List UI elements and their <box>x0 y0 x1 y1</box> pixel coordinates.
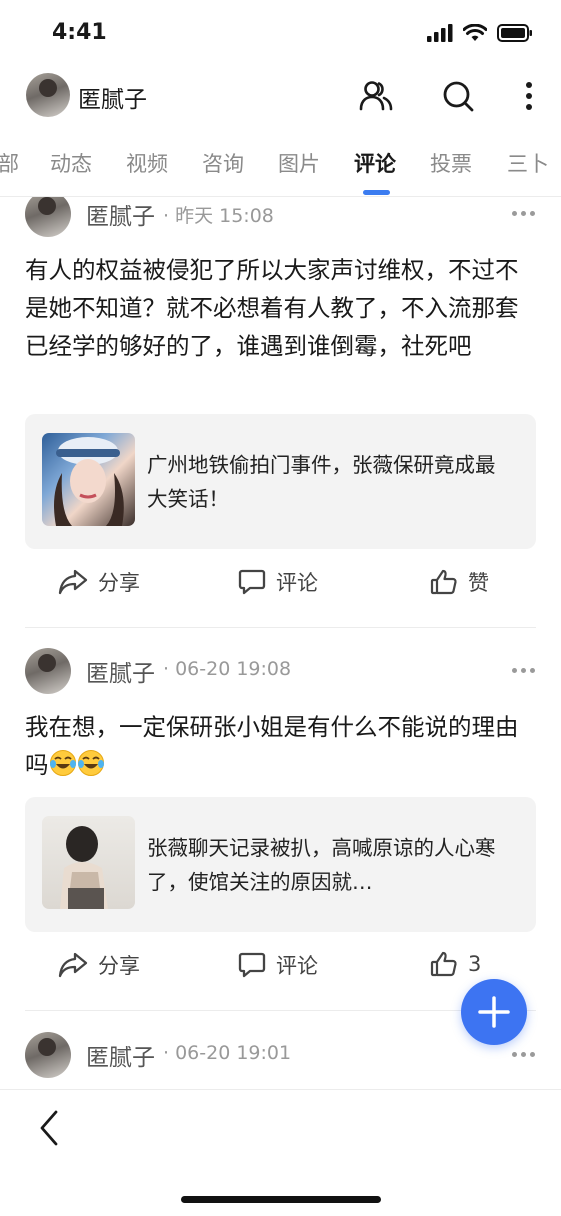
tab-polls[interactable]: 投票 <box>430 148 472 178</box>
post-text: 我在想，一定保研张小姐是有什么不能说的理由吗 <box>25 708 535 784</box>
share-button[interactable]: 分享 <box>58 950 140 980</box>
share-icon <box>58 952 88 978</box>
thumbs-up-icon <box>430 951 457 977</box>
signal-icon <box>427 24 453 42</box>
search-icon[interactable] <box>440 78 476 114</box>
comment-feed[interactable]: 匿腻子 · 昨天 15:08 有人的权益被侵犯了所以大家声讨维权，不过不是她不知… <box>0 197 561 1089</box>
thumbs-up-icon <box>430 569 457 595</box>
tab-images[interactable]: 图片 <box>278 148 320 178</box>
comment-icon <box>238 569 266 595</box>
tab-more[interactable]: 三卜 <box>507 148 549 178</box>
friends-icon[interactable] <box>358 78 394 114</box>
article-thumbnail-art <box>60 826 108 909</box>
more-menu-icon[interactable] <box>511 78 547 114</box>
tab-videos[interactable]: 视频 <box>126 148 168 178</box>
post-timestamp: · 06-20 19:08 <box>163 658 292 680</box>
share-button[interactable]: 分享 <box>58 567 140 597</box>
tab-comments[interactable]: 评论 <box>354 148 396 178</box>
tab-active-indicator <box>363 190 390 195</box>
post-timestamp: · 06-20 19:01 <box>163 1042 292 1064</box>
share-label: 分享 <box>98 571 140 595</box>
post-timestamp: · 昨天 15:08 <box>163 205 274 227</box>
linked-article-card[interactable]: 张薇聊天记录被扒，高喊原谅的人心寒了，使馆关注的原因就… <box>25 797 536 932</box>
status-bar: 4:41 <box>0 0 561 70</box>
profile-header: 匿腻子 <box>0 70 561 124</box>
laughing-crying-emoji-icon <box>77 750 104 776</box>
article-thumbnail <box>42 816 135 909</box>
laughing-crying-emoji-icon <box>49 750 76 776</box>
linked-article-card[interactable]: 广州地铁偷拍门事件，张薇保研竟成最大笑话！ <box>25 414 536 549</box>
post-divider <box>25 1010 536 1011</box>
comment-label: 评论 <box>276 571 318 595</box>
article-title: 张薇聊天记录被扒，高喊原谅的人心寒了，使馆关注的原因就… <box>147 836 496 894</box>
post-avatar[interactable] <box>25 197 71 237</box>
back-arrow-icon[interactable] <box>36 1108 66 1148</box>
like-count: 3 <box>468 952 482 976</box>
like-button[interactable]: 赞 <box>430 567 489 597</box>
header-avatar[interactable] <box>26 73 70 117</box>
post-more-icon[interactable] <box>512 211 536 217</box>
tab-updates[interactable]: 动态 <box>50 148 92 178</box>
post-avatar[interactable] <box>25 648 71 694</box>
tab-all[interactable]: 部 <box>0 148 19 178</box>
comment-button[interactable]: 评论 <box>238 950 318 980</box>
tab-consult[interactable]: 咨询 <box>202 148 244 178</box>
comment-label: 评论 <box>276 954 318 978</box>
comment-icon <box>238 952 266 978</box>
like-button[interactable]: 3 <box>430 950 481 978</box>
status-icons <box>427 24 533 42</box>
post-avatar[interactable] <box>25 1032 71 1078</box>
post-divider <box>25 627 536 628</box>
article-thumbnail-art <box>54 437 124 526</box>
post-author[interactable]: 匿腻子 <box>86 197 155 231</box>
like-label: 赞 <box>468 571 489 595</box>
status-time: 4:41 <box>52 20 107 45</box>
article-title: 广州地铁偷拍门事件，张薇保研竟成最大笑话！ <box>147 453 496 511</box>
post-author[interactable]: 匿腻子 <box>86 654 155 688</box>
wifi-icon <box>463 24 487 41</box>
tab-bar: 部 动态 视频 咨询 图片 评论 投票 三卜 <box>0 140 561 197</box>
plus-icon <box>478 996 510 1028</box>
post-author[interactable]: 匿腻子 <box>86 1038 155 1072</box>
post-more-icon[interactable] <box>512 1052 536 1058</box>
post-more-icon[interactable] <box>512 668 536 674</box>
article-thumbnail <box>42 433 135 526</box>
header-user-name[interactable]: 匿腻子 <box>78 80 147 114</box>
share-icon <box>58 569 88 595</box>
home-indicator[interactable] <box>181 1196 381 1203</box>
comment-button[interactable]: 评论 <box>238 567 318 597</box>
share-label: 分享 <box>98 954 140 978</box>
compose-button[interactable] <box>461 979 527 1045</box>
post-text: 有人的权益被侵犯了所以大家声讨维权，不过不是她不知道？就不必想着有人教了，不入流… <box>25 256 519 360</box>
post-actions: 分享 评论 赞 <box>0 567 561 607</box>
battery-icon <box>497 24 532 42</box>
